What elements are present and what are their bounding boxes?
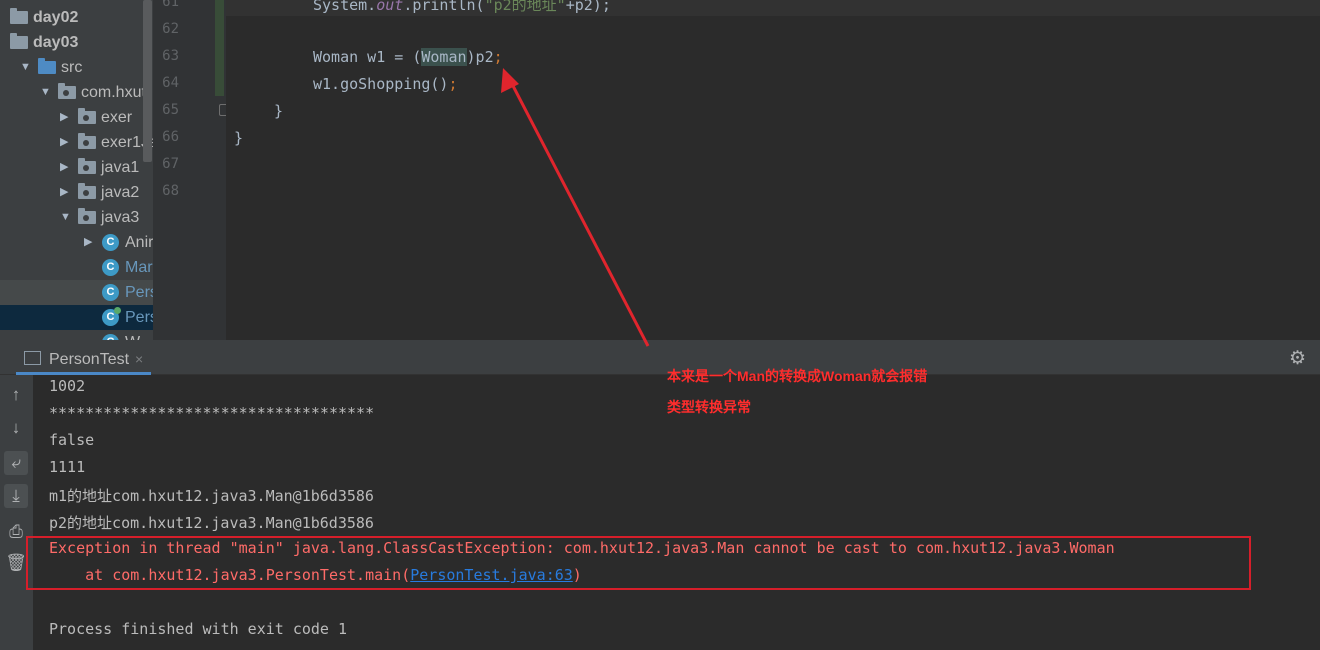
code-editor[interactable]: System.out.println("p2的地址"+p2); Woman w1… bbox=[226, 0, 1320, 340]
tree-item-com-hxut[interactable]: ▼ com.hxut bbox=[0, 80, 153, 105]
chevron-right-icon[interactable]: ▶ bbox=[60, 130, 68, 155]
tab-label: PersonTest bbox=[49, 351, 130, 368]
tree-item-label: W bbox=[125, 330, 140, 340]
chevron-right-icon[interactable]: ▶ bbox=[60, 155, 68, 180]
tree-item-exer1ja[interactable]: ▶ exer1Ja bbox=[0, 130, 153, 155]
package-icon bbox=[78, 108, 96, 124]
output-line: 1111 bbox=[49, 458, 86, 476]
line-number: 63 bbox=[162, 48, 179, 64]
class-run-icon: C bbox=[102, 307, 121, 326]
tree-item-java1[interactable]: ▶ java1 bbox=[0, 155, 153, 180]
change-marker bbox=[215, 0, 224, 96]
chevron-down-icon[interactable]: ▼ bbox=[60, 205, 71, 230]
run-config-icon bbox=[24, 351, 41, 365]
tree-item-label: exer bbox=[101, 109, 133, 126]
gear-icon[interactable]: ⚙ bbox=[1289, 347, 1306, 370]
line-number: 62 bbox=[162, 21, 179, 37]
class-icon: C bbox=[102, 234, 119, 251]
package-icon bbox=[78, 158, 96, 174]
output-line: 1002 bbox=[49, 377, 86, 395]
scroll-to-end-icon[interactable]: ⤓ bbox=[4, 484, 28, 508]
tree-item-src[interactable]: ▼ src bbox=[0, 55, 153, 80]
line-number: 61 bbox=[162, 0, 179, 10]
tree-item-java2[interactable]: ▶ java2 bbox=[0, 180, 153, 205]
chevron-right-icon[interactable]: ▶ bbox=[60, 105, 68, 130]
chevron-right-icon[interactable]: ▶ bbox=[84, 230, 92, 255]
line-number: 65 bbox=[162, 102, 179, 118]
chevron-right-icon[interactable]: ▶ bbox=[60, 180, 68, 205]
run-toolbar: ↑ ↓ ⤶ ⤓ ⎙ 🗑 bbox=[0, 375, 33, 650]
tree-item-exer[interactable]: ▶ exer bbox=[0, 105, 153, 130]
annotation-text: 类型转换异常 bbox=[667, 399, 751, 415]
line-number: 67 bbox=[162, 156, 179, 172]
trash-icon[interactable]: 🗑 bbox=[4, 551, 28, 575]
exit-line: Process finished with exit code 1 bbox=[49, 620, 348, 638]
tab-persontest[interactable]: PersonTest × bbox=[16, 346, 152, 375]
folder-icon bbox=[10, 8, 28, 24]
output-line: p2的地址com.hxut12.java3.Man@1b6d3586 bbox=[49, 514, 374, 532]
code-line-64: w1.goShopping(); bbox=[313, 75, 458, 93]
tree-item-label: src bbox=[61, 59, 83, 76]
project-tree: day02 day03 ▼ src ▼ com.hxut ▶ exer ▶ exer1Ja ▶ jav… bbox=[0, 0, 153, 340]
package-icon bbox=[58, 83, 76, 99]
output-line: ************************************ bbox=[49, 404, 375, 422]
code-line-61: System.out.println("p2的地址"+p2); bbox=[313, 0, 611, 14]
tree-item-w[interactable]: CW bbox=[0, 330, 153, 340]
line-number: 68 bbox=[162, 183, 179, 199]
package-icon bbox=[78, 133, 96, 149]
tree-item-day03[interactable]: day03 bbox=[0, 30, 153, 55]
chevron-down-icon[interactable]: ▼ bbox=[40, 80, 51, 105]
tree-item-label: day03 bbox=[33, 34, 79, 51]
tree-item-label: day02 bbox=[33, 9, 79, 26]
class-icon: C bbox=[102, 284, 119, 301]
tree-item-java3[interactable]: ▼ java3 bbox=[0, 205, 153, 230]
class-icon: C bbox=[102, 259, 119, 276]
chevron-down-icon[interactable]: ▼ bbox=[20, 55, 31, 80]
down-arrow-icon[interactable]: ↓ bbox=[4, 416, 28, 440]
soft-wrap-icon[interactable]: ⤶ bbox=[4, 451, 28, 475]
run-tool-window-header: PersonTest × ⚙ bbox=[0, 340, 1320, 375]
tree-scrollbar[interactable] bbox=[143, 0, 152, 162]
line-number: 64 bbox=[162, 75, 179, 91]
tree-item-mar[interactable]: C Mar bbox=[0, 255, 153, 280]
tree-item-label: com.hxut bbox=[81, 84, 146, 101]
annotation-text: 本来是一个Man的转换成Woman就会报错 bbox=[667, 368, 928, 384]
output-line: false bbox=[49, 431, 95, 449]
annotation-box bbox=[26, 536, 1251, 590]
up-arrow-icon[interactable]: ↑ bbox=[4, 383, 28, 407]
package-icon bbox=[78, 183, 96, 199]
close-icon[interactable]: × bbox=[135, 351, 143, 367]
tree-item-label: Pers bbox=[125, 284, 153, 301]
code-line-63: Woman w1 = (Woman)p2; bbox=[313, 48, 503, 66]
tree-item-pers[interactable]: C Pers bbox=[0, 280, 153, 305]
tree-item-label: java1 bbox=[101, 159, 140, 176]
tree-item-label: Pers bbox=[125, 309, 153, 326]
package-icon bbox=[78, 208, 96, 224]
tree-item-day02[interactable]: day02 bbox=[0, 5, 153, 30]
print-icon[interactable]: ⎙ bbox=[4, 520, 28, 544]
highlighted-type: Woman bbox=[421, 48, 467, 66]
tree-item-anir[interactable]: ▶ C Anir bbox=[0, 230, 153, 255]
code-line-65: } bbox=[274, 102, 284, 120]
tree-item-label: Mar bbox=[125, 259, 153, 276]
tree-item-pers[interactable]: CPers bbox=[0, 305, 153, 330]
output-line: m1的地址com.hxut12.java3.Man@1b6d3586 bbox=[49, 487, 374, 505]
source-folder-icon bbox=[38, 58, 56, 74]
tree-item-label: java3 bbox=[101, 209, 140, 226]
code-line-66: } bbox=[234, 129, 244, 147]
line-number: 66 bbox=[162, 129, 179, 145]
folder-icon bbox=[10, 33, 28, 49]
tree-item-label: java2 bbox=[101, 184, 140, 201]
tree-item-label: Anir bbox=[125, 234, 153, 251]
